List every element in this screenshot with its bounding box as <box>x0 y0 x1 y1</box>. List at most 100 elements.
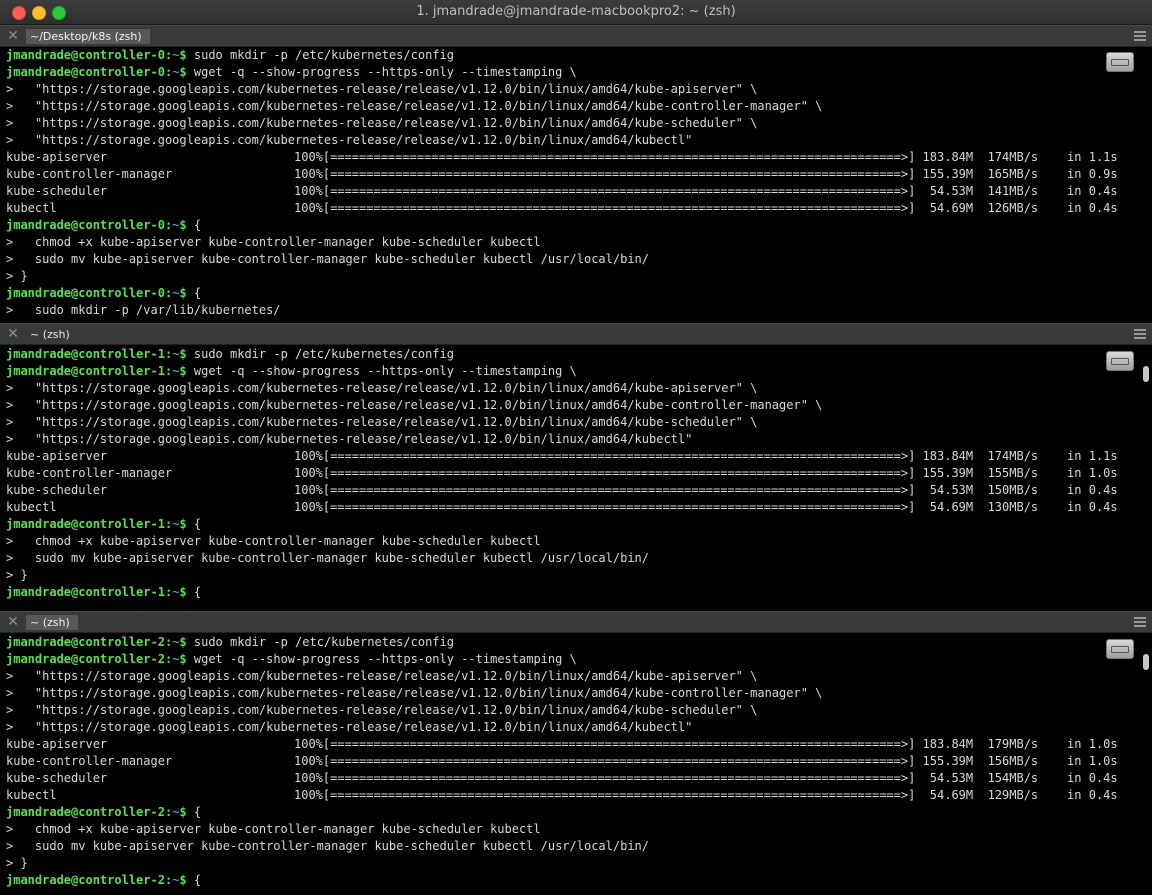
download-speed: 174MB/s <box>973 150 1039 164</box>
download-filename: kube-scheduler <box>6 483 108 497</box>
hamburger-menu-icon[interactable] <box>1134 617 1146 627</box>
scrollbar-thumb[interactable] <box>1143 654 1149 670</box>
command-text: { <box>186 286 202 300</box>
download-size: 183.84M <box>915 150 974 164</box>
download-progress-bar: [=======================================… <box>322 788 916 802</box>
command-text: { <box>186 585 202 599</box>
download-time: in 0.9s <box>1038 167 1118 181</box>
download-speed: 130MB/s <box>973 500 1039 514</box>
scrollbar-0[interactable] <box>1138 47 1152 322</box>
prompt-symbol: $ <box>179 517 187 531</box>
prompt-symbol: $ <box>179 652 187 666</box>
download-percent: 100% <box>294 466 323 480</box>
terminal-pane-1[interactable]: jmandrade@controller-1:~$ sudo mkdir -p … <box>0 346 1138 610</box>
keyboard-icon[interactable] <box>1106 52 1134 72</box>
pane-output: jmandrade@controller-0:~$ sudo mkdir -p … <box>0 47 1138 319</box>
pane-output: jmandrade@controller-2:~$ sudo mkdir -p … <box>0 634 1138 889</box>
download-percent: 100% <box>294 449 323 463</box>
output-line: > } <box>6 568 28 582</box>
download-percent: 100% <box>294 754 323 768</box>
command-text: wget -q --show-progress --https-only --t… <box>186 364 577 378</box>
download-percent: 100% <box>294 788 323 802</box>
download-progress-line: kube-apiserver 100%[=====================… <box>6 149 1138 166</box>
download-progress-bar: [=======================================… <box>322 771 916 785</box>
download-size: 183.84M <box>915 737 974 751</box>
pane-close-icon[interactable]: ✕ <box>6 28 20 44</box>
output-line: > sudo mv kube-apiserver kube-controller… <box>6 252 649 266</box>
prompt-user: jmandrade@controller-1 <box>6 585 165 599</box>
download-time: in 1.0s <box>1038 466 1118 480</box>
pane-close-icon[interactable]: ✕ <box>6 614 20 630</box>
prompt-symbol: $ <box>179 65 187 79</box>
scrollbar-2[interactable] <box>1138 634 1152 895</box>
output-line: > chmod +x kube-apiserver kube-controlle… <box>6 235 541 249</box>
prompt-user: jmandrade@controller-0 <box>6 218 165 232</box>
download-filename: kube-controller-manager <box>6 167 173 181</box>
output-line: > "https://storage.googleapis.com/kubern… <box>6 381 758 395</box>
download-percent: 100% <box>294 737 323 751</box>
pane-tab-2[interactable]: ~ (zsh) <box>26 615 78 630</box>
pane-tab-0[interactable]: ~/Desktop/k8s (zsh) <box>26 29 150 44</box>
download-filename: kube-scheduler <box>6 184 108 198</box>
prompt-user: jmandrade@controller-2 <box>6 652 165 666</box>
prompt-line: jmandrade@controller-0:~$ { <box>6 285 1138 302</box>
download-time: in 1.0s <box>1038 737 1118 751</box>
command-text: { <box>186 805 202 819</box>
download-percent: 100% <box>294 771 323 785</box>
prompt-user: jmandrade@controller-2 <box>6 873 165 887</box>
download-speed: 126MB/s <box>973 201 1039 215</box>
download-size: 54.53M <box>915 771 974 785</box>
pane-tab-1[interactable]: ~ (zsh) <box>26 327 78 342</box>
download-percent: 100% <box>294 184 323 198</box>
prompt-user: jmandrade@controller-1 <box>6 347 165 361</box>
download-time: in 0.4s <box>1038 788 1118 802</box>
download-percent: 100% <box>294 201 323 215</box>
prompt-user: jmandrade@controller-0 <box>6 48 165 62</box>
download-filename: kube-controller-manager <box>6 754 173 768</box>
download-progress-line: kubectl 100%[============================… <box>6 499 1138 516</box>
download-time: in 0.4s <box>1038 184 1118 198</box>
output-line: > "https://storage.googleapis.com/kubern… <box>6 116 758 130</box>
download-speed: 156MB/s <box>973 754 1039 768</box>
download-size: 155.39M <box>915 466 974 480</box>
prompt-symbol: $ <box>179 48 187 62</box>
prompt-symbol: $ <box>179 364 187 378</box>
output-line: > "https://storage.googleapis.com/kubern… <box>6 432 693 446</box>
output-line: > } <box>6 856 28 870</box>
download-progress-bar: [=======================================… <box>322 167 916 181</box>
prompt-symbol: $ <box>179 218 187 232</box>
command-text: wget -q --show-progress --https-only --t… <box>186 652 577 666</box>
download-progress-line: kubectl 100%[============================… <box>6 787 1138 804</box>
output-line: > "https://storage.googleapis.com/kubern… <box>6 133 693 147</box>
output-line: > sudo mv kube-apiserver kube-controller… <box>6 839 649 853</box>
keyboard-icon[interactable] <box>1106 351 1134 371</box>
prompt-symbol: $ <box>179 347 187 361</box>
terminal-pane-2[interactable]: jmandrade@controller-2:~$ sudo mkdir -p … <box>0 634 1138 895</box>
hamburger-menu-icon[interactable] <box>1134 31 1146 41</box>
terminal-pane-0[interactable]: jmandrade@controller-0:~$ sudo mkdir -p … <box>0 47 1138 322</box>
output-line: > chmod +x kube-apiserver kube-controlle… <box>6 822 541 836</box>
command-text: { <box>186 218 202 232</box>
hamburger-menu-icon[interactable] <box>1134 329 1146 339</box>
command-text: sudo mkdir -p /etc/kubernetes/config <box>186 48 454 62</box>
download-progress-line: kube-scheduler 100%[=====================… <box>6 770 1138 787</box>
download-time: in 0.4s <box>1038 483 1118 497</box>
scrollbar-1[interactable] <box>1138 346 1152 610</box>
download-progress-line: kube-controller-manager 100%[============… <box>6 465 1138 482</box>
prompt-line: jmandrade@controller-2:~$ { <box>6 872 1138 889</box>
command-text: wget -q --show-progress --https-only --t… <box>186 65 577 79</box>
download-time: in 0.4s <box>1038 500 1118 514</box>
output-line: > "https://storage.googleapis.com/kubern… <box>6 720 693 734</box>
download-progress-bar: [=======================================… <box>322 201 916 215</box>
download-filename: kubectl <box>6 500 57 514</box>
keyboard-icon[interactable] <box>1106 639 1134 659</box>
download-time: in 1.0s <box>1038 754 1118 768</box>
download-progress-bar: [=======================================… <box>322 449 916 463</box>
pane-close-icon[interactable]: ✕ <box>6 326 20 342</box>
scrollbar-thumb[interactable] <box>1143 366 1149 382</box>
download-progress-bar: [=======================================… <box>322 500 916 514</box>
prompt-line: jmandrade@controller-2:~$ { <box>6 804 1138 821</box>
prompt-symbol: $ <box>179 873 187 887</box>
download-progress-line: kubectl 100%[============================… <box>6 200 1138 217</box>
command-text: { <box>186 517 202 531</box>
